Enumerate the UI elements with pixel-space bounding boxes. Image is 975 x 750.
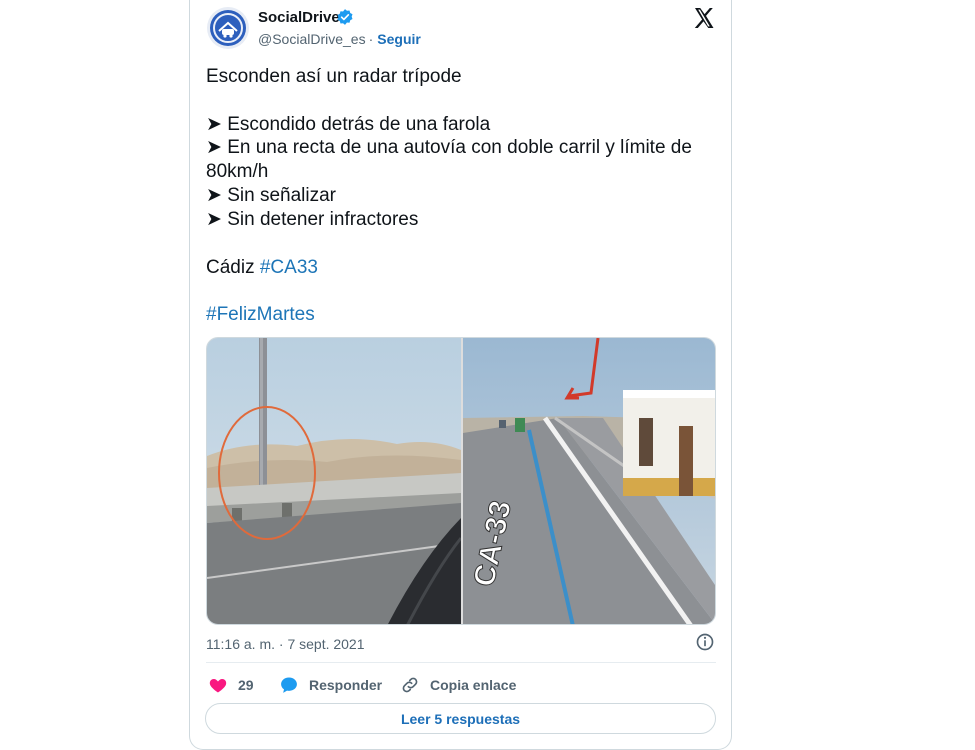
avatar[interactable] — [207, 7, 249, 49]
tweet-bullet-2: ➤ En una recta de una autovía con doble … — [206, 136, 692, 159]
tweet-location-line: Cádiz #CA33 — [206, 256, 318, 279]
like-count: 29 — [238, 677, 254, 693]
tweet-bullet-4: ➤ Sin detener infractores — [206, 208, 418, 231]
link-icon — [402, 677, 418, 693]
reply-button[interactable]: Responder — [279, 674, 382, 696]
account-name[interactable]: SocialDrive — [258, 9, 340, 26]
copy-link-button[interactable]: Copia enlace — [400, 674, 516, 696]
tweet-bullet-3: ➤ Sin señalizar — [206, 184, 336, 207]
photo-road-ca33[interactable]: CA-33 — [463, 338, 716, 625]
account-handle-row: @SocialDrive_es · Seguir — [258, 31, 421, 47]
heart-icon — [209, 679, 227, 693]
tweet-bullet-1: ➤ Escondido detrás de una farola — [206, 113, 490, 136]
bullet-text: En una recta de una autovía con doble ca… — [227, 137, 692, 158]
tweet-media[interactable]: CA-33 — [206, 337, 716, 625]
tweet-text-line1: Esconden así un radar trípode — [206, 66, 462, 87]
bullet-arrow: ➤ — [206, 137, 222, 158]
tweet-timestamp[interactable]: 11:16 a. m. · 7 sept. 2021 — [206, 636, 365, 652]
separator-dot: · — [368, 31, 374, 47]
bullet-text: Sin señalizar — [227, 185, 336, 206]
read-replies-button[interactable]: Leer 5 respuestas — [205, 703, 716, 734]
copy-link-label: Copia enlace — [430, 677, 517, 693]
location-text: Cádiz — [206, 257, 255, 278]
hashtag-ca33[interactable]: #CA33 — [260, 257, 318, 278]
tweet-bullet-2-continued: 80km/h — [206, 161, 269, 182]
like-button[interactable]: 29 — [208, 674, 254, 696]
follow-button[interactable]: Seguir — [377, 31, 421, 47]
verified-badge-icon — [337, 9, 353, 25]
radar-logo-icon — [213, 13, 243, 43]
reply-bubble-icon — [281, 677, 297, 693]
divider — [206, 662, 716, 663]
hashtag-felizmartes[interactable]: #FelizMartes — [206, 303, 315, 326]
x-logo-icon[interactable] — [692, 6, 716, 30]
info-icon[interactable] — [695, 632, 715, 652]
reply-label: Responder — [309, 677, 383, 693]
bullet-arrow: ➤ — [206, 185, 222, 206]
bullet-text: Escondido detrás de una farola — [227, 114, 491, 135]
bullet-text: Sin detener infractores — [227, 209, 419, 230]
bullet-arrow: ➤ — [206, 209, 222, 230]
account-handle[interactable]: @SocialDrive_es — [258, 31, 366, 47]
photo-lamppost-radar[interactable] — [207, 338, 461, 625]
bullet-arrow: ➤ — [206, 114, 222, 135]
